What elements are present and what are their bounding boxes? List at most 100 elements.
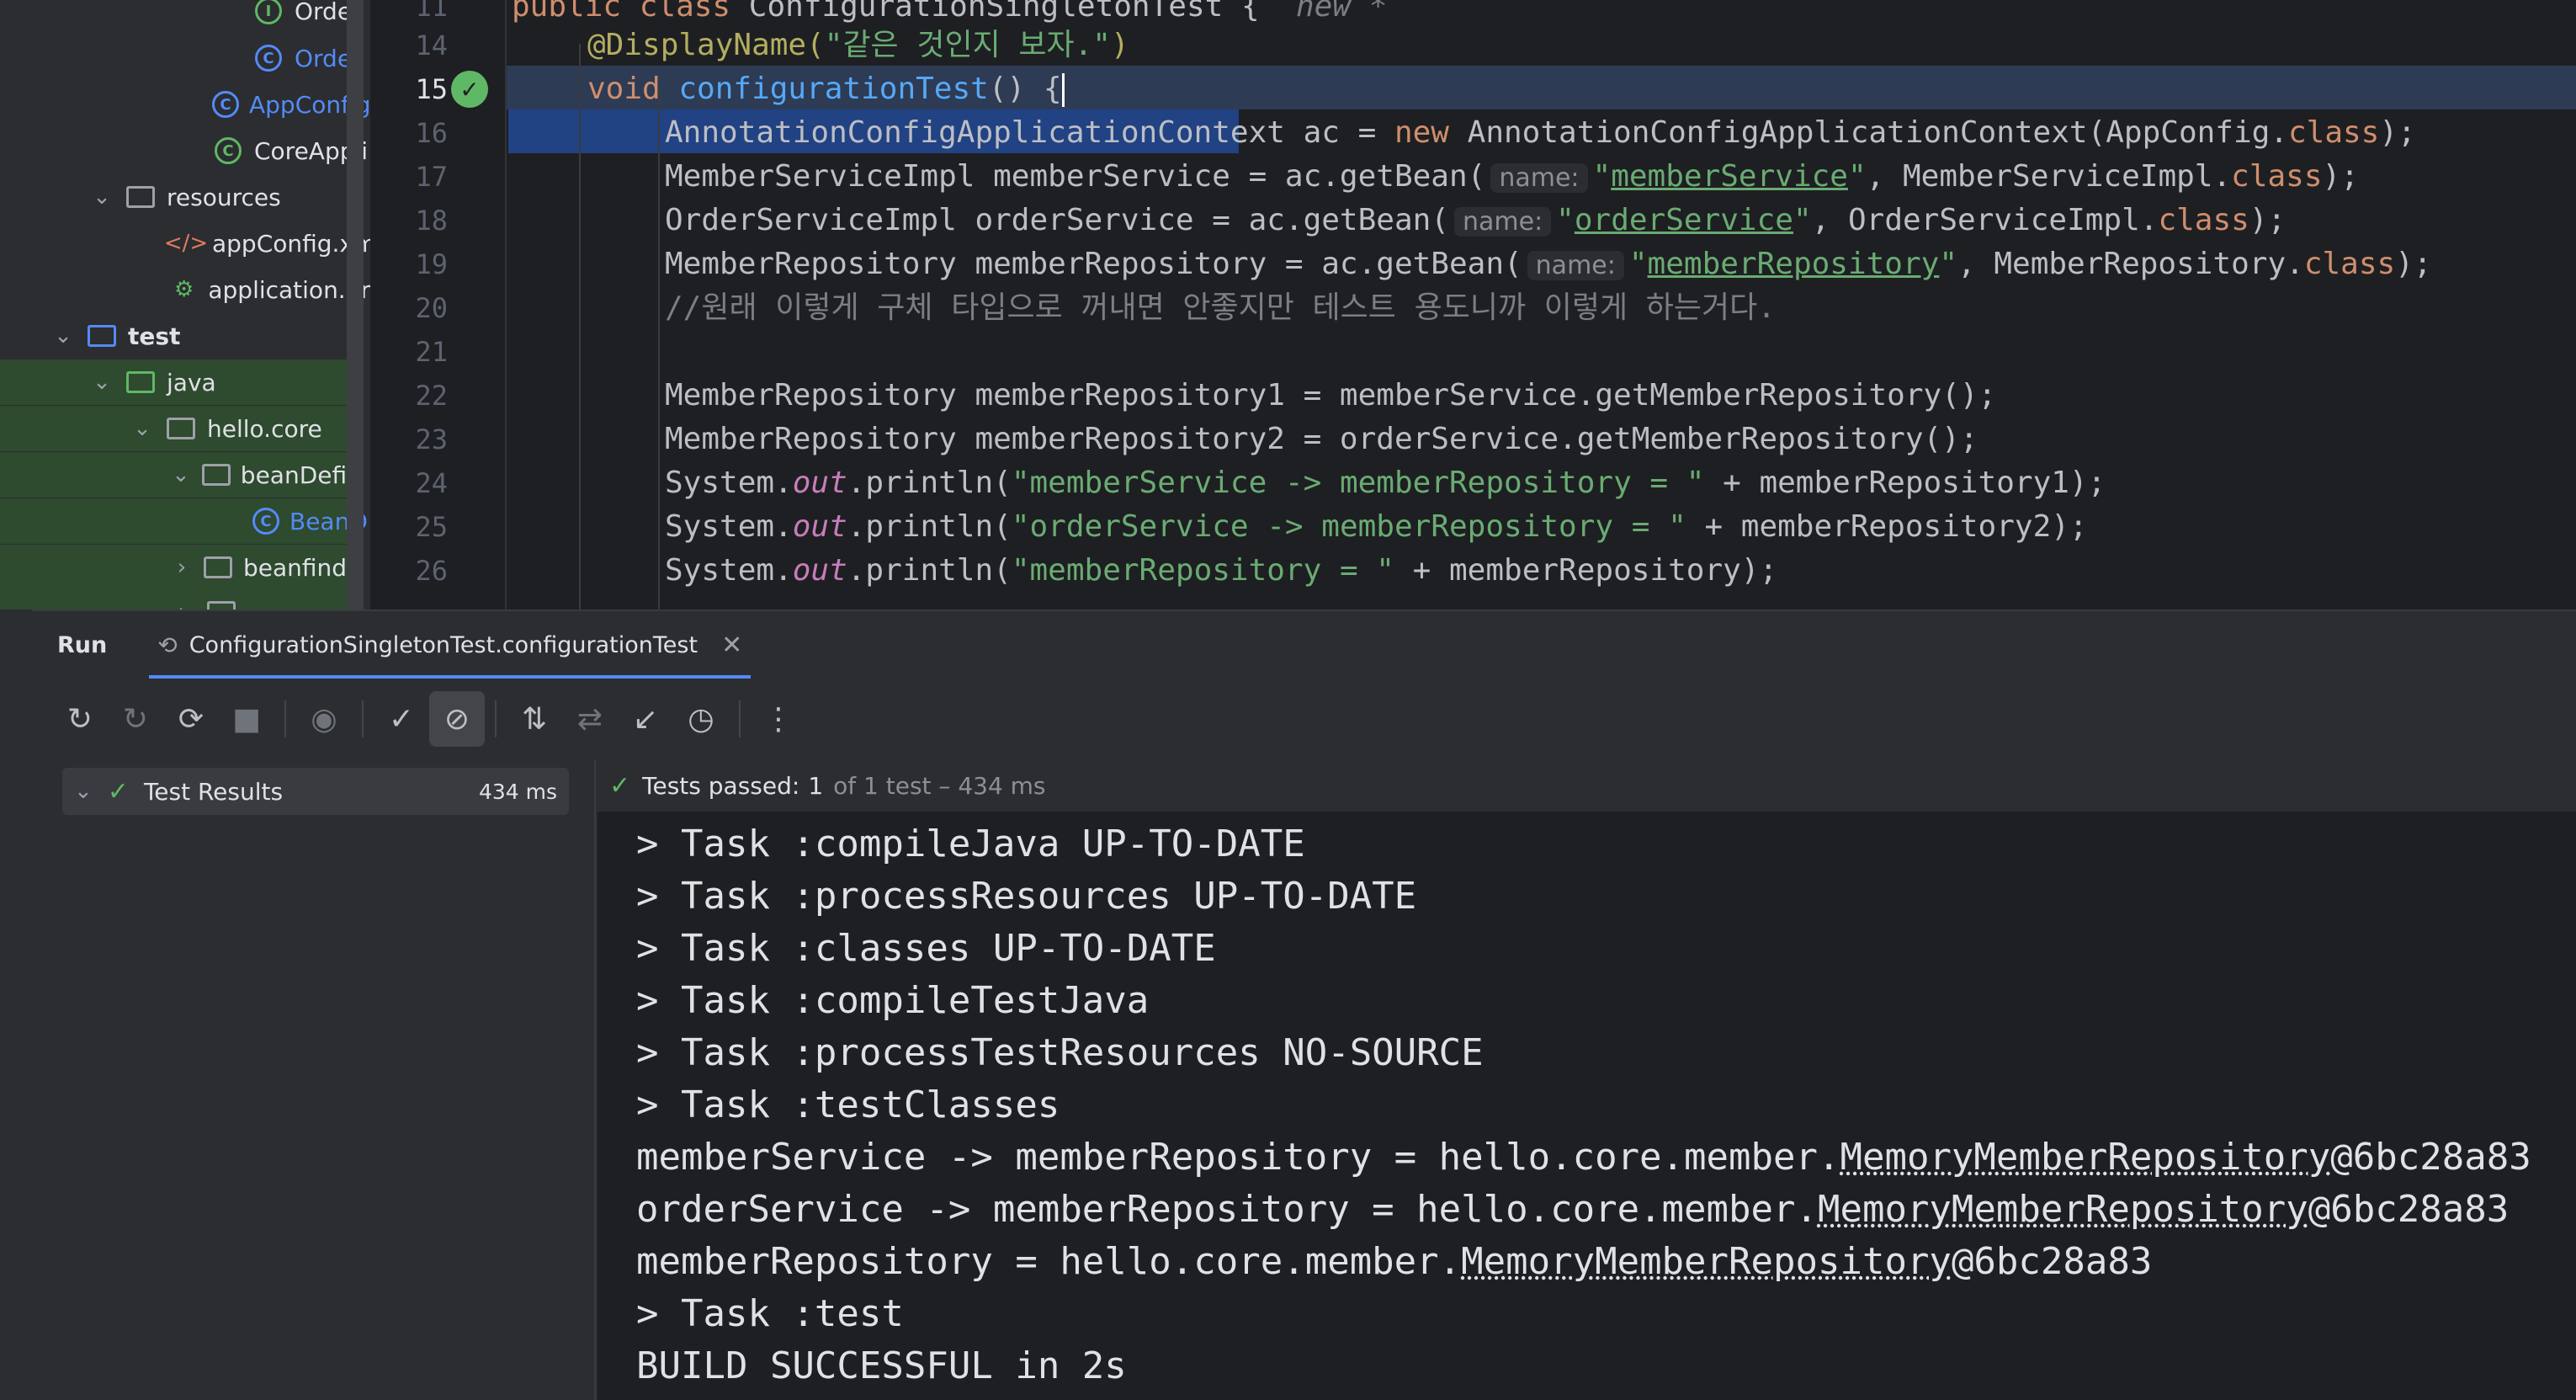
tree-item-java[interactable]: ⌄ java (0, 359, 347, 405)
console-output[interactable]: ✓ Tests passed: 1 of 1 test – 434 ms > T… (598, 759, 2576, 1400)
ide-window: I Order C Order C AppConfig C CoreAppli … (0, 0, 2576, 1400)
status-passed-label: Tests passed: (642, 771, 800, 800)
status-passed-count: 1 (808, 771, 824, 800)
class-link[interactable]: MemoryMemberRepository (1818, 1188, 2308, 1231)
test-folder-icon (86, 322, 118, 350)
chevron-down-icon[interactable]: ⌄ (74, 779, 93, 804)
tab-config-label: ConfigurationSingletonTest.configuration… (189, 631, 698, 658)
passed-check-icon: ✓ (609, 770, 631, 801)
tree-scrollbar[interactable] (347, 0, 364, 610)
console-line: > Task :compileTestJava (636, 979, 1150, 1022)
tree-item-label: test (128, 322, 181, 350)
toolbar-separator (495, 700, 497, 737)
chevron-right-icon[interactable]: › (172, 555, 192, 580)
chevron-down-icon[interactable]: ⌄ (91, 184, 113, 210)
tree-item-resources[interactable]: ⌄ resources (91, 174, 370, 220)
console-line: > Task :processResources UP-TO-DATE (636, 875, 1417, 918)
import-tests-icon[interactable]: ⇄ (562, 691, 618, 747)
line-number: 19 (415, 248, 448, 280)
tree-item-beandefinition-test[interactable]: C BeanD (0, 498, 368, 544)
console-line-build: BUILD SUCCESSFUL in 2s (636, 1344, 1127, 1387)
line-number: 14 (415, 29, 448, 61)
test-status-bar: ✓ Tests passed: 1 of 1 test – 434 ms (598, 759, 2576, 812)
gutter-separator (505, 0, 507, 610)
code-line-16: AnnotationConfigApplicationContext ac = … (665, 115, 2416, 150)
rerun-icon[interactable]: ↻ (52, 691, 108, 747)
history-icon[interactable]: ◷ (673, 691, 729, 747)
toggle-auto-test-icon[interactable]: ⟳ (163, 691, 219, 747)
show-ignored-toggle-icon[interactable]: ⊘ (429, 691, 485, 747)
properties-file-icon: ⚙ (174, 277, 194, 302)
code-line-24: System.out.println("memberService -> mem… (665, 466, 2106, 500)
indent-guide (658, 88, 660, 610)
xml-file-icon: </> (163, 231, 209, 256)
console-line-member-service: memberService -> memberRepository = hell… (636, 1136, 2531, 1179)
collapse-icon[interactable]: ↙ (618, 691, 673, 747)
line-number: 26 (415, 555, 448, 587)
tree-item-application-properties[interactable]: ⚙ application.pr (170, 267, 370, 312)
tree-item-label: beanDefin (240, 460, 362, 489)
test-tree-pane: ⌄ ✓ Test Results 434 ms (32, 759, 596, 1400)
parameter-hint: name: (1490, 163, 1588, 193)
line-number: 18 (415, 205, 448, 237)
chevron-down-icon[interactable]: ⌄ (91, 370, 113, 395)
code-line-26: System.out.println("memberRepository = "… (665, 553, 1778, 588)
toolbar-separator (362, 700, 364, 737)
line-number: 22 (415, 380, 448, 412)
sort-icon[interactable]: ⇅ (507, 691, 562, 747)
package-icon (205, 598, 237, 610)
run-toolbar: ↻ ↻ ⟳ ■ ◉ ✓ ⊘ ⇅ ⇄ ↙ ◷ ⋮ (32, 679, 2576, 759)
line-number: 21 (415, 336, 448, 368)
code-line-23: MemberRepository memberRepository2 = ord… (665, 422, 1978, 456)
status-summary: of 1 test – 434 ms (833, 771, 1046, 800)
tree-item-hello-core[interactable]: ⌄ hello.core (0, 406, 347, 451)
tree-item-label: hello.core (207, 414, 322, 443)
console-line: > Task :test (636, 1292, 904, 1335)
package-icon (201, 460, 231, 489)
package-icon (165, 414, 197, 443)
chevron-down-icon[interactable]: ⌄ (52, 323, 74, 349)
chevron-right-icon[interactable]: › (172, 599, 194, 610)
tree-item-appconfig-xml[interactable]: </> appConfig.xm (163, 221, 370, 266)
more-options-icon[interactable]: ⋮ (751, 691, 806, 747)
run-tool-window: Run ⟲ ConfigurationSingletonTest.configu… (32, 610, 2576, 1400)
close-icon[interactable]: ✕ (721, 631, 742, 660)
class-link[interactable]: MemoryMemberRepository (1461, 1240, 1952, 1283)
console-line: > Task :classes UP-TO-DATE (636, 927, 1216, 970)
class-link[interactable]: MemoryMemberRepository (1840, 1136, 2330, 1179)
chevron-down-icon[interactable]: ⌄ (131, 416, 153, 441)
rerun-failed-icon[interactable]: ↻ (108, 691, 163, 747)
line-number: 15 (415, 73, 448, 105)
run-test-gutter-icon[interactable]: ✓ (451, 71, 488, 108)
code-editor[interactable]: 11 14 15 16 17 18 19 20 21 22 23 24 25 2… (370, 0, 2576, 610)
test-class-icon: C (252, 507, 279, 535)
tree-item-partial[interactable]: › (0, 589, 347, 610)
indent-guide (579, 44, 581, 610)
show-ignored-icon[interactable]: ◉ (296, 691, 352, 747)
tree-item-beanfind[interactable]: › beanfind (0, 545, 347, 590)
code-line-18: OrderServiceImpl orderService = ac.getBe… (665, 203, 2287, 237)
line-number: 23 (415, 423, 448, 455)
test-results-row[interactable]: ⌄ ✓ Test Results 434 ms (62, 768, 569, 815)
tab-run-configuration[interactable]: ⟲ ConfigurationSingletonTest.configurati… (132, 611, 767, 679)
tree-item-beandefinition[interactable]: ⌄ beanDefin (0, 452, 362, 498)
code-line-19: MemberRepository memberRepository = ac.g… (665, 247, 2432, 281)
tab-run[interactable]: Run (32, 611, 132, 679)
line-number: 25 (415, 511, 448, 543)
spring-class-icon: C (212, 136, 244, 165)
show-passed-icon[interactable]: ✓ (374, 691, 429, 747)
test-run-icon: ⟲ (157, 631, 178, 659)
package-icon (204, 553, 233, 582)
console-line-member-repository: memberRepository = hello.core.member.Mem… (636, 1240, 2153, 1283)
interface-icon: I (252, 0, 284, 25)
parameter-hint: name: (1527, 251, 1624, 280)
code-line-20-comment: //원래 이렇게 구체 타입으로 꺼내면 안좋지만 테스트 용도니까 이렇게 하… (665, 290, 1776, 325)
line-number: 24 (415, 467, 448, 499)
tree-item-test[interactable]: ⌄ test (52, 313, 370, 359)
class-icon: C (212, 90, 239, 119)
tree-item-label: java (167, 368, 216, 397)
code-line-15: void configurationTest() { (587, 67, 1065, 111)
console-line-order-service: orderService -> memberRepository = hello… (636, 1188, 2510, 1231)
chevron-down-icon[interactable]: ⌄ (172, 462, 190, 487)
stop-icon[interactable]: ■ (219, 691, 274, 747)
